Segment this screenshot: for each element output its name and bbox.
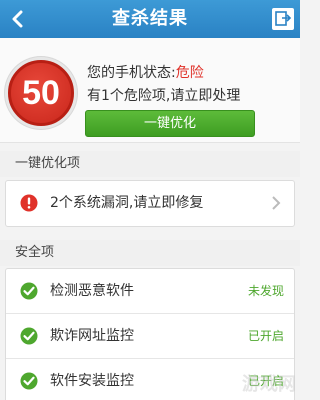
risk-message: 有1个危险项,请立即处理 (87, 88, 241, 104)
phone-status: 您的手机状态:危险 (87, 62, 204, 82)
page-title: 查杀结果 (112, 8, 188, 29)
status-text: 未发现 (247, 284, 284, 298)
warning-icon (20, 194, 38, 212)
optimize-section-header: 一键优化项 (0, 151, 300, 177)
list-item-fraud-url[interactable]: 欺诈网址监控 已开启 (6, 314, 294, 359)
list-item-label: 2个系统漏洞,请立即修复 (50, 195, 204, 211)
one-click-optimize-button[interactable]: 一键优化 (85, 110, 255, 137)
share-icon (275, 11, 292, 26)
status-value: 危险 (175, 65, 204, 81)
back-arrow-icon (12, 10, 23, 28)
status-prefix: 您的手机状态: (87, 65, 176, 81)
chevron-right-icon (272, 196, 281, 210)
list-item-label: 欺诈网址监控 (50, 328, 134, 344)
check-icon (20, 372, 38, 390)
list-item-malware[interactable]: 检测恶意软件 未发现 (6, 269, 294, 314)
check-icon (20, 282, 38, 300)
watermark: 游戏网 (242, 374, 296, 395)
scan-summary: 50 您的手机状态:危险 有1个危险项,请立即处理 一键优化 (0, 38, 300, 143)
status-text: 已开启 (247, 329, 284, 343)
list-item-vulnerability[interactable]: 2个系统漏洞,请立即修复 (6, 181, 294, 226)
list-item-label: 软件安装监控 (50, 373, 134, 389)
optimize-card: 2个系统漏洞,请立即修复 (5, 180, 295, 227)
security-section-header: 安全项 (0, 240, 300, 266)
check-icon (20, 327, 38, 345)
share-button[interactable] (272, 8, 294, 30)
list-item-label: 检测恶意软件 (50, 283, 134, 299)
back-button[interactable] (0, 0, 34, 38)
score-badge: 50 (8, 60, 74, 126)
top-bar: 查杀结果 (0, 0, 300, 38)
